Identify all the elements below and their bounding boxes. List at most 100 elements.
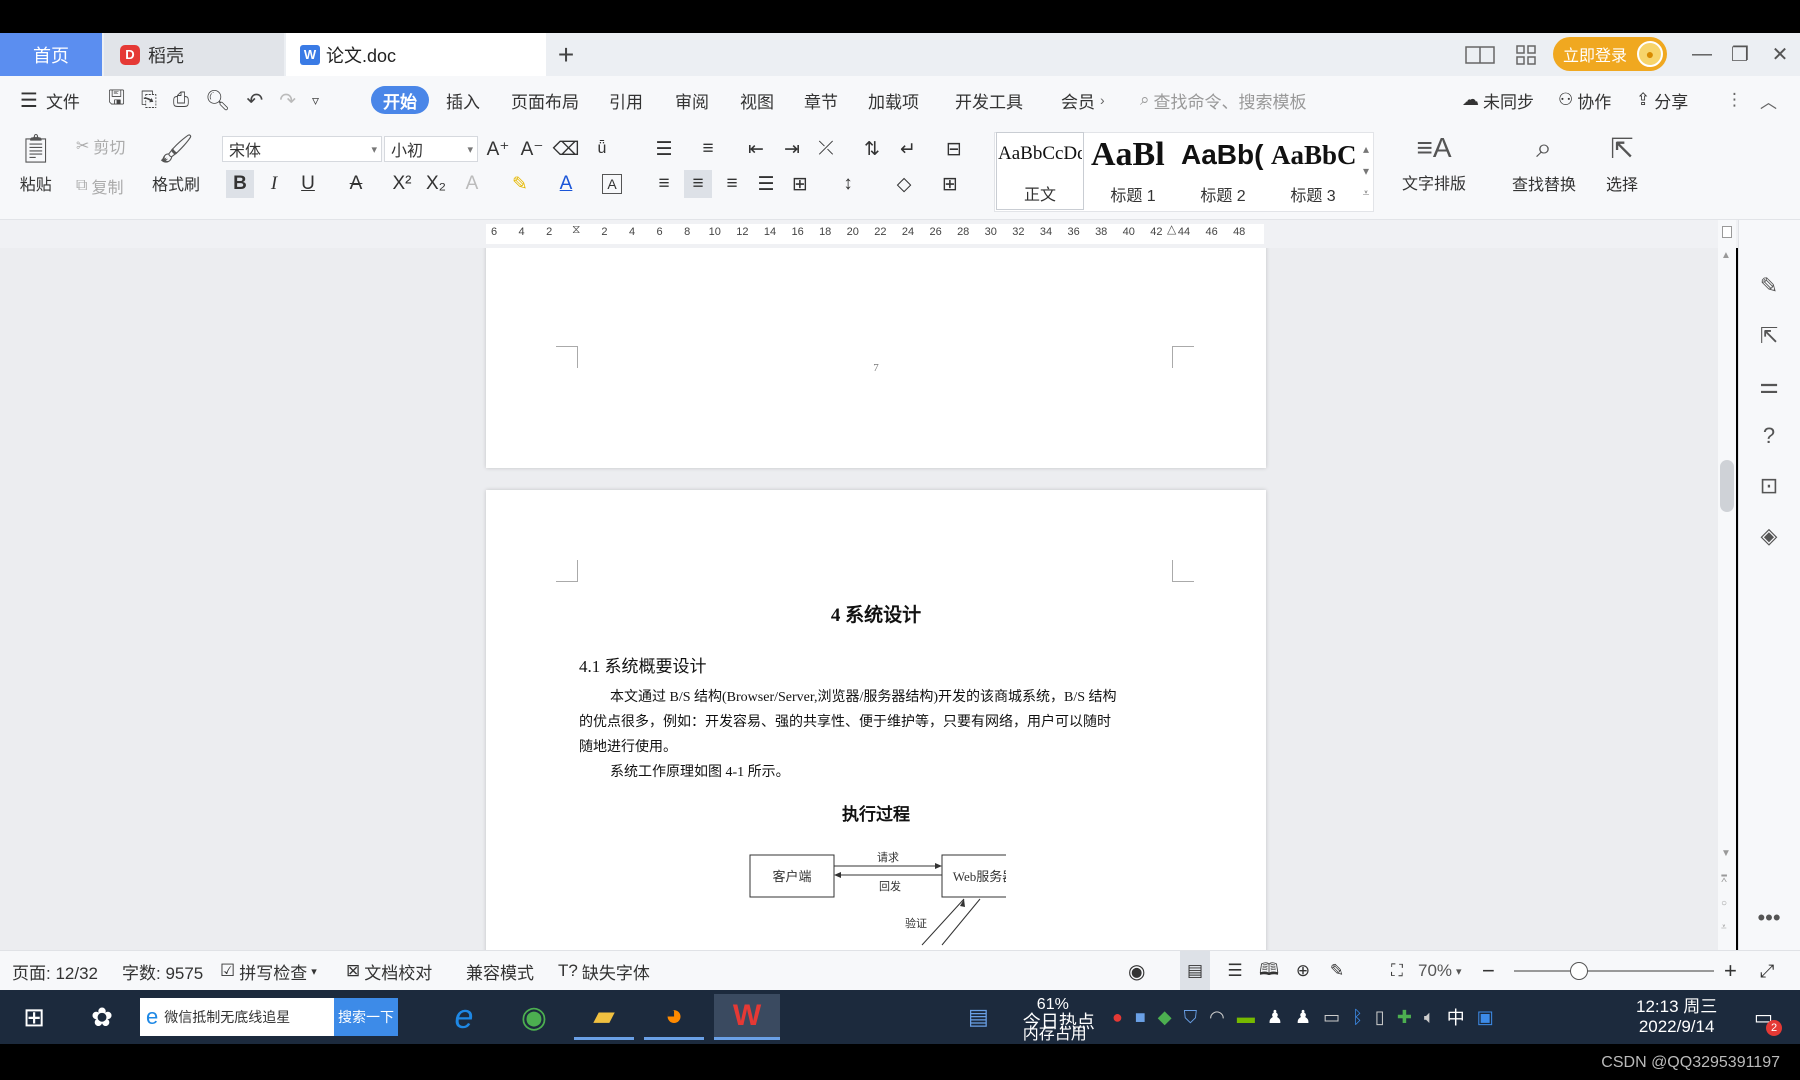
- zoom-in-icon[interactable]: +: [1724, 951, 1737, 991]
- scroll-up-icon[interactable]: ▲: [1721, 250, 1731, 261]
- tab-document[interactable]: W 论文.doc: [286, 33, 546, 76]
- font-name-select[interactable]: 宋体: [222, 136, 382, 162]
- tab-member[interactable]: 会员: [1061, 76, 1095, 124]
- paste-button[interactable]: 📋︎ 粘贴: [18, 132, 54, 195]
- vertical-scrollbar[interactable]: ▲ ▼ ⩞ ○ ⩡: [1718, 220, 1736, 950]
- adjust-sliders-icon[interactable]: ⚌: [1751, 368, 1787, 404]
- collaborate-button[interactable]: ⚇ 协作: [1558, 76, 1611, 124]
- style-heading-2[interactable]: AaBb( 标题 2: [1180, 132, 1266, 210]
- phonetic-guide-icon[interactable]: ǖ: [588, 135, 616, 163]
- pointer-icon[interactable]: ⇱: [1751, 318, 1787, 354]
- reading-layout-icon[interactable]: [1460, 33, 1500, 76]
- reading-view-icon[interactable]: 🕮︎: [1254, 951, 1284, 991]
- sync-button[interactable]: ☁ 未同步: [1462, 76, 1534, 124]
- tab-view[interactable]: 视图: [740, 76, 774, 124]
- zoom-slider-thumb[interactable]: [1570, 962, 1588, 980]
- style-heading-1[interactable]: AaBl 标题 1: [1090, 132, 1176, 210]
- taskbar-search-button[interactable]: 搜索一下: [334, 998, 398, 1036]
- page-indicator[interactable]: 页面: 12/32: [12, 951, 98, 991]
- pet-app-icon[interactable]: ◕: [644, 994, 704, 1040]
- document-page-current[interactable]: 4 系统设计 4.1 系统概要设计 本文通过 B/S 结构(Browser/Se…: [486, 490, 1266, 950]
- ime-indicator[interactable]: 中: [1447, 1004, 1465, 1030]
- select-button[interactable]: ⇱ 选择: [1606, 132, 1638, 195]
- restore-icon[interactable]: ❐: [1720, 33, 1760, 76]
- compass-icon[interactable]: ◈: [1751, 518, 1787, 554]
- undo-icon[interactable]: ↶: [246, 88, 263, 113]
- superscript-icon[interactable]: X²: [388, 170, 416, 198]
- strikethrough-icon[interactable]: A: [342, 170, 370, 198]
- write-view-icon[interactable]: ✎: [1322, 951, 1352, 991]
- numbered-list-icon[interactable]: ≡: [694, 135, 722, 163]
- zoom-level-select[interactable]: 70% ▾: [1418, 951, 1462, 991]
- 360-browser-icon[interactable]: ◉: [504, 994, 564, 1040]
- save-icon[interactable]: 🖫: [108, 83, 125, 117]
- nvidia-icon[interactable]: ▬: [1237, 1007, 1255, 1028]
- tray-app-icon[interactable]: ●: [1112, 1007, 1123, 1028]
- missing-font-button[interactable]: T? 缺失字体: [558, 951, 650, 991]
- format-painter-button[interactable]: 🖌︎ 格式刷: [152, 132, 200, 195]
- shading-icon[interactable]: ◇: [890, 170, 918, 198]
- distributed-icon[interactable]: ⊞: [786, 170, 814, 198]
- italic-icon[interactable]: I: [260, 170, 288, 198]
- outline-view-icon[interactable]: ☰: [1220, 951, 1250, 991]
- redo-icon[interactable]: ↷: [279, 88, 296, 113]
- qq-icon[interactable]: ♟: [1267, 1007, 1283, 1028]
- clear-format-icon[interactable]: ⌫: [552, 135, 580, 163]
- style-heading-3[interactable]: AaBbC( 标题 3: [1270, 132, 1356, 210]
- word-count[interactable]: 字数: 9575: [122, 951, 203, 991]
- print-icon[interactable]: ⎙: [173, 89, 189, 112]
- sort-icon[interactable]: ⇅: [858, 135, 886, 163]
- select-browse-object-icon[interactable]: ○: [1721, 898, 1727, 909]
- find-replace-button[interactable]: ⌕ 查找替换: [1512, 132, 1576, 195]
- tray-app-icon[interactable]: ◆: [1158, 1007, 1172, 1028]
- scroll-split-icon[interactable]: [1722, 226, 1732, 238]
- subscript-icon[interactable]: X₂: [422, 170, 450, 198]
- increase-indent-icon[interactable]: ⇥: [778, 135, 806, 163]
- prev-page-icon[interactable]: ⩞: [1721, 874, 1727, 885]
- next-page-icon[interactable]: ⩡: [1721, 922, 1727, 933]
- qq-icon[interactable]: ♟: [1295, 1007, 1311, 1028]
- fit-page-icon[interactable]: ⛶: [1382, 951, 1412, 991]
- first-line-indent-marker[interactable]: ⧖: [572, 222, 580, 237]
- new-tab-button[interactable]: +: [548, 33, 584, 76]
- command-search[interactable]: ⌕ 查找命令、搜索模板: [1140, 76, 1307, 124]
- align-left-icon[interactable]: ≡: [650, 170, 678, 198]
- close-icon[interactable]: ✕: [1760, 33, 1800, 76]
- line-spacing-icon[interactable]: ↕: [834, 170, 862, 198]
- tabs-ruler-icon[interactable]: ⊟: [940, 135, 968, 163]
- character-border-icon[interactable]: A: [602, 174, 622, 194]
- wps-taskbar-icon[interactable]: W: [714, 994, 780, 1040]
- wifi-icon[interactable]: ◠: [1209, 1007, 1225, 1028]
- file-explorer-icon[interactable]: ▰: [574, 994, 634, 1040]
- volume-icon[interactable]: 🔈︎: [1424, 1007, 1435, 1028]
- tab-home[interactable]: 首页: [0, 33, 102, 76]
- align-right-icon[interactable]: ≡: [718, 170, 746, 198]
- login-button[interactable]: 立即登录 ●: [1553, 37, 1667, 71]
- spell-check-button[interactable]: ☑ 拼写检查 ▾: [220, 951, 317, 991]
- print-preview-icon[interactable]: 🔍︎: [205, 88, 230, 113]
- grow-font-icon[interactable]: A⁺: [484, 135, 512, 163]
- scroll-thumb[interactable]: [1720, 460, 1734, 512]
- tab-chapter[interactable]: 章节: [804, 76, 838, 124]
- tab-review[interactable]: 审阅: [675, 76, 709, 124]
- copy-button[interactable]: ⧉ 复制: [76, 174, 123, 198]
- borders-icon[interactable]: ⊞: [936, 170, 964, 198]
- bold-icon[interactable]: B: [226, 170, 254, 198]
- share-button[interactable]: ⇪ 分享: [1636, 76, 1688, 124]
- usb-icon[interactable]: ▯: [1375, 1007, 1385, 1028]
- bluetooth-icon[interactable]: ᛒ: [1352, 1007, 1363, 1028]
- export-pdf-icon[interactable]: ⎘: [141, 89, 157, 112]
- more-sidebar-icon[interactable]: •••: [1751, 900, 1787, 936]
- file-menu[interactable]: ☰ 文件: [20, 76, 80, 124]
- text-layout-button[interactable]: ≡A 文字排版: [1402, 132, 1466, 194]
- decrease-indent-icon[interactable]: ⇤: [742, 135, 770, 163]
- web-view-icon[interactable]: ⊕: [1288, 951, 1318, 991]
- align-center-icon[interactable]: ≡: [684, 170, 712, 198]
- tab-start[interactable]: 开始: [371, 86, 429, 114]
- right-indent-marker[interactable]: △: [1167, 222, 1176, 236]
- shrink-font-icon[interactable]: A⁻: [518, 135, 546, 163]
- help-icon[interactable]: ?: [1751, 418, 1787, 454]
- tab-insert[interactable]: 插入: [446, 76, 480, 124]
- tab-page-layout[interactable]: 页面布局: [511, 76, 579, 124]
- grid-apps-icon[interactable]: [1506, 33, 1546, 76]
